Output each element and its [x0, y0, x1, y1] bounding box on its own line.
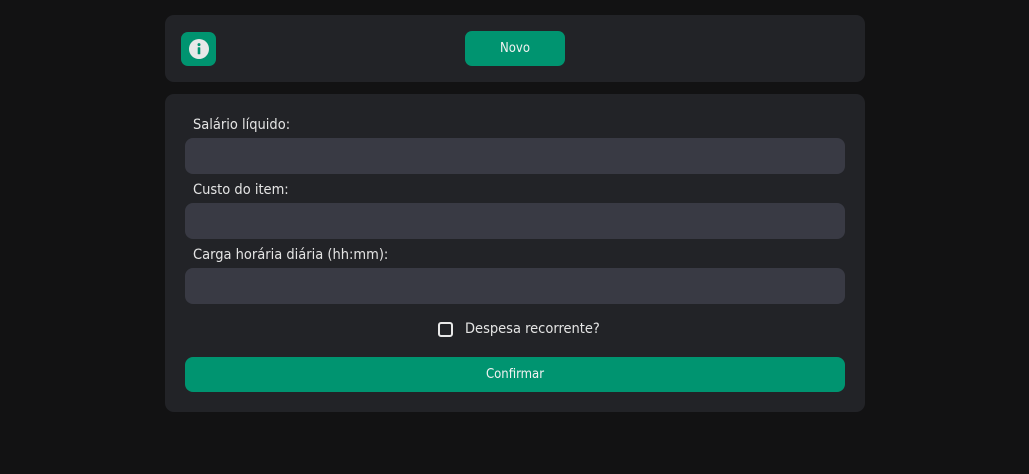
item-cost-label: Custo do item: [193, 182, 289, 198]
recurring-expense-label: Despesa recorrente? [465, 321, 600, 337]
recurring-expense-option[interactable]: Despesa recorrente? [438, 319, 600, 339]
daily-hours-label: Carga horária diária (hh:mm): [193, 247, 389, 263]
net-salary-input[interactable] [185, 138, 845, 174]
form-card: Salário líquido: Custo do item: Carga ho… [165, 94, 865, 412]
info-circle-icon [188, 39, 209, 59]
new-button[interactable]: Novo [465, 31, 565, 66]
recurring-expense-checkbox[interactable] [438, 321, 453, 337]
net-salary-label: Salário líquido: [193, 117, 291, 133]
daily-hours-input[interactable] [185, 268, 845, 304]
info-button[interactable] [181, 32, 216, 66]
item-cost-input[interactable] [185, 203, 845, 239]
confirm-button[interactable]: Confirmar [185, 357, 845, 392]
top-toolbar: Novo [165, 15, 865, 82]
